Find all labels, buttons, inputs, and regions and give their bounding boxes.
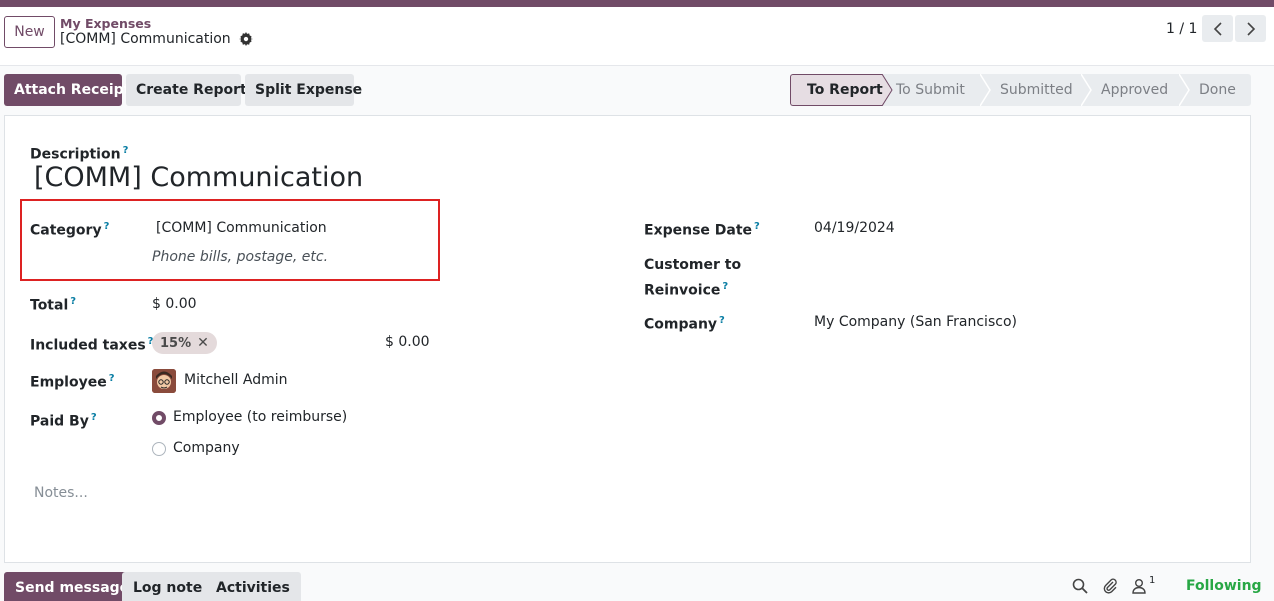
- expense-date-label: Expense Date?: [644, 221, 760, 239]
- chatter-bar: Send message Log note Activities 1 Follo…: [0, 566, 1274, 601]
- split-expense-button[interactable]: Split Expense: [245, 74, 362, 106]
- stage-label: To Submit: [896, 82, 965, 98]
- search-icon[interactable]: [1072, 578, 1088, 594]
- employee-field[interactable]: Mitchell Admin: [184, 370, 288, 390]
- chevron-right-icon: [1246, 21, 1255, 36]
- tax-amount: $ 0.00: [385, 334, 430, 350]
- log-note-button[interactable]: Log note: [122, 572, 214, 601]
- company-label: Company?: [644, 315, 725, 333]
- follower-count: 1: [1149, 575, 1156, 586]
- form-sheet: Description? [COMM] Communication Catego…: [4, 115, 1251, 563]
- pager-previous-button[interactable]: [1202, 15, 1233, 42]
- help-tooltip-icon[interactable]: ?: [123, 145, 129, 156]
- company-field[interactable]: My Company (San Francisco): [814, 312, 1017, 332]
- following-button[interactable]: Following: [1186, 578, 1262, 594]
- stage-submitted[interactable]: Submitted: [992, 74, 1081, 106]
- status-bar: To Report To Submit Submitted Approved D…: [790, 74, 1251, 106]
- stage-approved[interactable]: Approved: [1093, 74, 1179, 106]
- description-input[interactable]: [COMM] Communication: [34, 162, 363, 193]
- breadcrumb-current-label: [COMM] Communication: [60, 31, 231, 47]
- help-tooltip-icon[interactable]: ?: [722, 281, 728, 292]
- tax-tag-label: 15%: [160, 335, 192, 351]
- paid-by-company-label[interactable]: Company: [173, 438, 240, 458]
- stage-label: Submitted: [1000, 82, 1073, 98]
- customer-reinvoice-label-line2: Reinvoice?: [644, 281, 729, 299]
- pager-next-button[interactable]: [1235, 15, 1266, 42]
- create-report-button[interactable]: Create Report: [126, 74, 247, 106]
- help-tooltip-icon[interactable]: ?: [754, 221, 760, 232]
- control-panel: New My Expenses [COMM] Communication 1 /…: [0, 7, 1274, 66]
- notes-field[interactable]: Notes...: [34, 485, 88, 501]
- customer-reinvoice-label: Customer to: [644, 257, 742, 273]
- stage-separator: [882, 74, 894, 106]
- paperclip-icon[interactable]: [1102, 578, 1118, 594]
- total-field[interactable]: $ 0.00: [152, 294, 197, 314]
- stage-label: Approved: [1101, 82, 1169, 98]
- gear-icon[interactable]: [238, 32, 253, 46]
- help-tooltip-icon[interactable]: ?: [70, 296, 76, 307]
- included-taxes-label: Included taxes?: [30, 336, 154, 354]
- category-hint: Phone bills, postage, etc.: [152, 249, 329, 265]
- help-tooltip-icon[interactable]: ?: [91, 412, 97, 423]
- help-tooltip-icon[interactable]: ?: [104, 221, 110, 232]
- help-tooltip-icon[interactable]: ?: [109, 373, 115, 384]
- new-button[interactable]: New: [4, 16, 55, 48]
- stage-separator: [1081, 74, 1093, 106]
- stage-separator: [1179, 74, 1191, 106]
- stage-done[interactable]: Done: [1191, 74, 1251, 106]
- stage-to-report[interactable]: To Report: [790, 74, 883, 106]
- category-label: Category?: [30, 221, 110, 239]
- activities-button[interactable]: Activities: [205, 572, 301, 601]
- breadcrumb-current: [COMM] Communication: [60, 31, 253, 47]
- total-label: Total?: [30, 296, 77, 314]
- stage-label: Done: [1199, 82, 1236, 98]
- customer-reinvoice-field[interactable]: [814, 257, 1114, 277]
- avatar: [152, 369, 176, 393]
- top-navbar: [0, 0, 1274, 7]
- tax-tag: 15% ✕: [152, 332, 217, 354]
- help-tooltip-icon[interactable]: ?: [719, 315, 725, 326]
- stage-to-submit[interactable]: To Submit: [894, 74, 980, 106]
- paid-by-employee-label[interactable]: Employee (to reimburse): [173, 407, 347, 427]
- paid-by-company-radio[interactable]: [152, 442, 166, 456]
- employee-label: Employee?: [30, 373, 115, 391]
- stage-separator: [980, 74, 992, 106]
- stage-label: To Report: [807, 82, 883, 98]
- send-message-button[interactable]: Send message: [4, 572, 141, 601]
- paid-by-label: Paid By?: [30, 412, 97, 430]
- pager-value: 1 / 1: [1166, 21, 1198, 37]
- breadcrumb-parent-link[interactable]: My Expenses: [60, 16, 151, 31]
- paid-by-employee-radio[interactable]: [152, 411, 166, 425]
- expense-date-field[interactable]: 04/19/2024: [814, 218, 895, 238]
- chevron-left-icon: [1213, 21, 1222, 36]
- user-icon[interactable]: [1131, 578, 1147, 594]
- action-bar: Attach Receipt Create Report Split Expen…: [0, 66, 1274, 116]
- close-icon[interactable]: ✕: [197, 335, 209, 351]
- category-field[interactable]: [COMM] Communication: [156, 218, 327, 238]
- attach-receipt-button[interactable]: Attach Receipt: [4, 74, 130, 106]
